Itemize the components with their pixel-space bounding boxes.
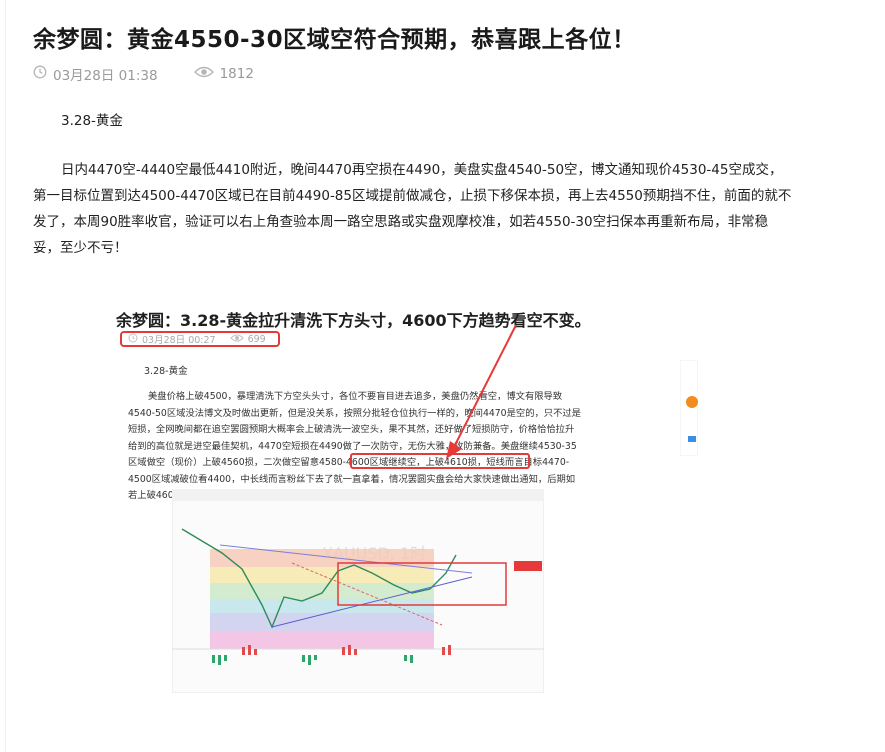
- embedded-views: 699: [247, 333, 266, 345]
- embedded-tag-line: 3.28-黄金: [144, 366, 188, 377]
- embedded-date: 03月28日 00:27: [142, 335, 216, 346]
- clock-icon: [33, 65, 47, 83]
- eye-icon: [229, 333, 244, 346]
- article-tag-line: 3.28-黄金: [61, 113, 123, 129]
- article-title: 余梦圆：黄金4550-30区域空符合预期，恭喜跟上各位！: [33, 27, 636, 53]
- arrow-annotation: [446, 324, 517, 459]
- article-meta: 03月28日 01:38 1812: [33, 64, 254, 84]
- publish-date: 03月28日 01:38: [53, 68, 158, 84]
- embedded-meta: 03月28日 00:27 699: [120, 331, 280, 347]
- price-chart-image: XAUUSD, 1时: [172, 489, 544, 693]
- clock-icon: [128, 333, 138, 346]
- view-count: 1812: [219, 66, 254, 82]
- article: 余梦圆：黄金4550-30区域空符合预期，恭喜跟上各位！ 03月28日 01:3…: [0, 0, 885, 752]
- article-body: 日内4470空-4440空最低4410附近，晚间4470再空损在4490，美盘实…: [33, 162, 792, 256]
- embedded-screenshot: 余梦圆：3.28-黄金拉升清洗下方头寸，4600下方趋势看空不变。 03月28日…: [112, 283, 668, 717]
- side-widget-fragment[interactable]: [679, 359, 699, 457]
- left-divider: [5, 0, 6, 752]
- eye-icon: [193, 65, 214, 83]
